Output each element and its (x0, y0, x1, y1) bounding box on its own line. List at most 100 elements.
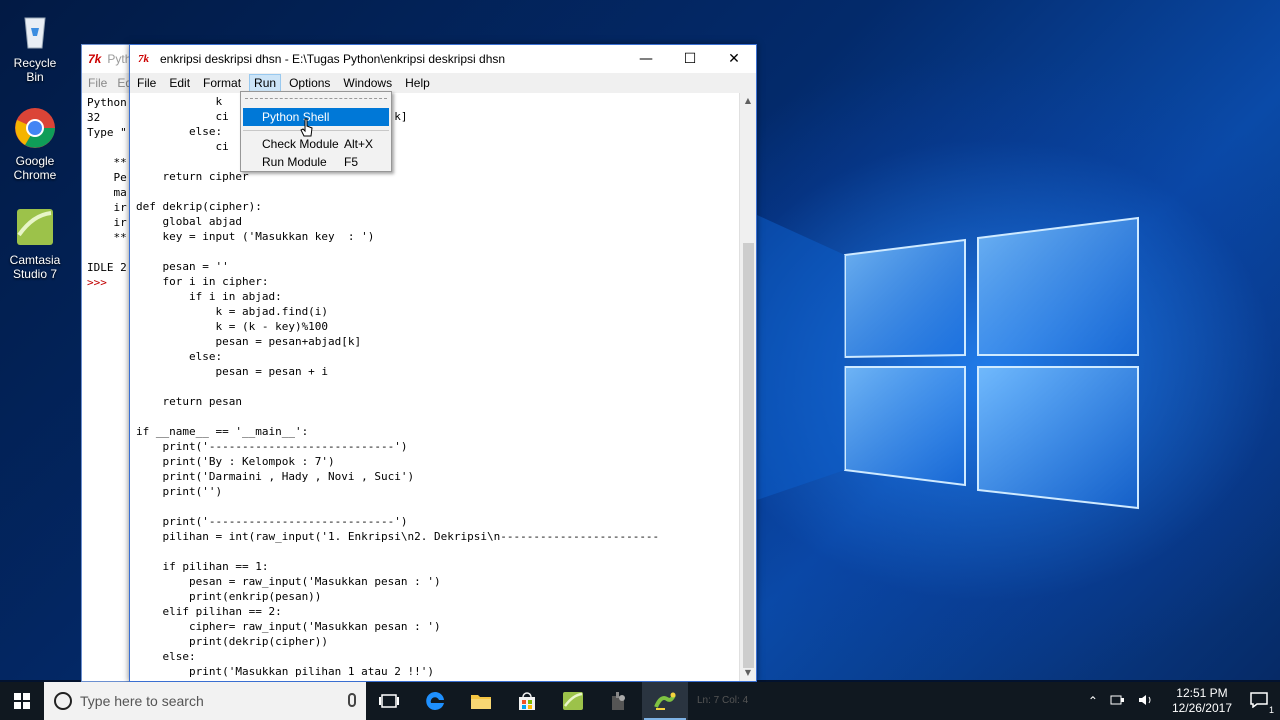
code-line[interactable]: ci k] (136, 109, 740, 124)
menu-item-python-shell[interactable]: Python Shell (243, 108, 389, 126)
network-icon[interactable] (1104, 693, 1132, 710)
store-icon (519, 692, 535, 710)
code-line[interactable]: def dekrip(cipher): (136, 199, 740, 214)
menu-format[interactable]: Format (198, 74, 246, 92)
code-line[interactable]: print('----------------------------') (136, 514, 740, 529)
scroll-up-arrow-icon[interactable]: ▲ (740, 93, 756, 109)
show-hidden-icons-chevron-icon[interactable]: ⌃ (1082, 694, 1104, 708)
system-tray: ⌃ 12:51 PM 12/26/2017 1 (1082, 682, 1280, 720)
code-line[interactable]: return pesan (136, 394, 740, 409)
vertical-scrollbar[interactable]: ▲ ▼ (739, 93, 756, 681)
code-line[interactable]: pilihan = int(raw_input('1. Enkripsi\n2.… (136, 529, 740, 544)
code-line[interactable]: pesan = pesan + i (136, 364, 740, 379)
code-line[interactable]: k (136, 94, 740, 109)
desktop-icon-chrome[interactable]: Google Chrome (4, 106, 66, 182)
code-line[interactable]: return cipher (136, 169, 740, 184)
tearoff-line[interactable] (245, 98, 387, 108)
editor-menubar: File Edit Format Run Options Windows Hel… (130, 73, 756, 93)
code-line[interactable] (136, 244, 740, 259)
menu-file[interactable]: File (132, 74, 161, 92)
tk-icon: 7k (138, 53, 149, 65)
cortana-icon (54, 692, 72, 710)
desktop-icon-label: Recycle Bin (13, 56, 57, 84)
code-line[interactable]: else: (136, 349, 740, 364)
close-button[interactable]: ✕ (712, 45, 756, 73)
code-line[interactable]: print('Masukkan pilihan 1 atau 2 !!') (136, 664, 740, 679)
code-line[interactable]: print('') (136, 484, 740, 499)
code-line[interactable]: key = input ('Masukkan key : ') (136, 229, 740, 244)
menu-windows[interactable]: Windows (338, 74, 397, 92)
code-line[interactable]: if pilihan == 1: (136, 559, 740, 574)
taskbar-store-button[interactable] (504, 682, 550, 720)
desktop-icon-camtasia[interactable]: Camtasia Studio 7 (4, 205, 66, 281)
code-line[interactable]: pesan = '' (136, 259, 740, 274)
code-line[interactable]: pesan = raw_input('Masukkan pesan : ') (136, 574, 740, 589)
code-line[interactable]: print(dekrip(cipher)) (136, 634, 740, 649)
code-line[interactable]: pesan = pesan+abjad[k] (136, 334, 740, 349)
code-line[interactable]: if i in abjad: (136, 289, 740, 304)
code-line[interactable] (136, 184, 740, 199)
taskbar-recorder-button[interactable] (596, 682, 642, 720)
menu-item-accelerator: F5 (344, 155, 359, 169)
code-line[interactable]: else: (136, 649, 740, 664)
menu-edit[interactable]: Edit (164, 74, 195, 92)
menu-item-check-module[interactable]: Check Module Alt+X (241, 135, 391, 153)
code-line[interactable]: for i in cipher: (136, 274, 740, 289)
scroll-down-arrow-icon[interactable]: ▼ (740, 665, 756, 681)
code-line[interactable] (136, 544, 740, 559)
code-line[interactable]: elif pilihan == 2: (136, 604, 740, 619)
notification-count: 1 (1268, 704, 1274, 715)
scrollbar-thumb[interactable] (743, 243, 754, 668)
clock-time: 12:51 PM (1176, 686, 1228, 700)
code-line[interactable]: print('Darmaini , Hady , Novi , Suci') (136, 469, 740, 484)
menu-run[interactable]: Run (249, 74, 282, 92)
menu-options[interactable]: Options (284, 74, 335, 92)
code-line[interactable] (136, 154, 740, 169)
code-line[interactable]: k = (k - key)%100 (136, 319, 740, 334)
code-line[interactable] (136, 499, 740, 514)
editor-titlebar[interactable]: 7k enkripsi deskripsi dhsn - E:\Tugas Py… (130, 45, 756, 73)
shell-menu-file[interactable]: File (88, 76, 107, 90)
editor-title: enkripsi deskripsi dhsn - E:\Tugas Pytho… (160, 52, 506, 66)
code-line[interactable] (136, 409, 740, 424)
maximize-button[interactable]: ☐ (668, 45, 712, 73)
editor-window[interactable]: 7k enkripsi deskripsi dhsn - E:\Tugas Py… (129, 44, 757, 682)
camtasia-icon (13, 205, 57, 249)
code-line[interactable]: ci (136, 139, 740, 154)
folder-icon (471, 695, 491, 709)
desktop-icon-recycle-bin[interactable]: Recycle Bin (4, 8, 66, 84)
volume-icon[interactable] (1132, 693, 1160, 710)
code-line[interactable]: global abjad (136, 214, 740, 229)
menu-item-label: Python Shell (262, 110, 330, 124)
taskbar-clock[interactable]: 12:51 PM 12/26/2017 (1160, 686, 1244, 716)
code-line[interactable] (136, 379, 740, 394)
notification-icon (1250, 691, 1268, 708)
code-line[interactable]: print('----------------------------') (136, 439, 740, 454)
taskbar-python-idle-button[interactable] (642, 682, 688, 720)
code-line[interactable]: if __name__ == '__main__': (136, 424, 740, 439)
chrome-icon (13, 106, 57, 150)
code-line[interactable]: print(enkrip(pesan)) (136, 589, 740, 604)
code-line[interactable]: print('By : Kelompok : 7') (136, 454, 740, 469)
task-view-button[interactable] (366, 682, 412, 720)
taskbar-file-explorer-button[interactable] (458, 682, 504, 720)
edge-icon (426, 691, 444, 710)
taskbar-edge-button[interactable] (412, 682, 458, 720)
code-line[interactable]: cipher= raw_input('Masukkan pesan : ') (136, 619, 740, 634)
menu-item-run-module[interactable]: Run Module F5 (241, 153, 391, 171)
clock-date: 12/26/2017 (1171, 701, 1232, 715)
taskbar: Type here to search ⌃ 12:51 PM 12/26/201… (0, 682, 1280, 720)
code-line[interactable]: k = abjad.find(i) (136, 304, 740, 319)
taskbar-camtasia-button[interactable] (550, 682, 596, 720)
action-center-button[interactable]: 1 (1244, 691, 1280, 715)
menu-separator (243, 130, 389, 131)
minimize-button[interactable]: — (624, 45, 668, 73)
code-line[interactable]: else: (136, 124, 740, 139)
start-button[interactable] (0, 682, 44, 720)
microphone-icon[interactable] (348, 693, 356, 707)
menu-help[interactable]: Help (400, 74, 435, 92)
code-editor[interactable]: k ci k] else: ci return cipher def dekrip… (130, 93, 740, 681)
desktop-icon-label: Google Chrome (13, 154, 57, 182)
taskbar-search-box[interactable]: Type here to search (44, 682, 366, 720)
windows-start-icon (14, 693, 30, 709)
